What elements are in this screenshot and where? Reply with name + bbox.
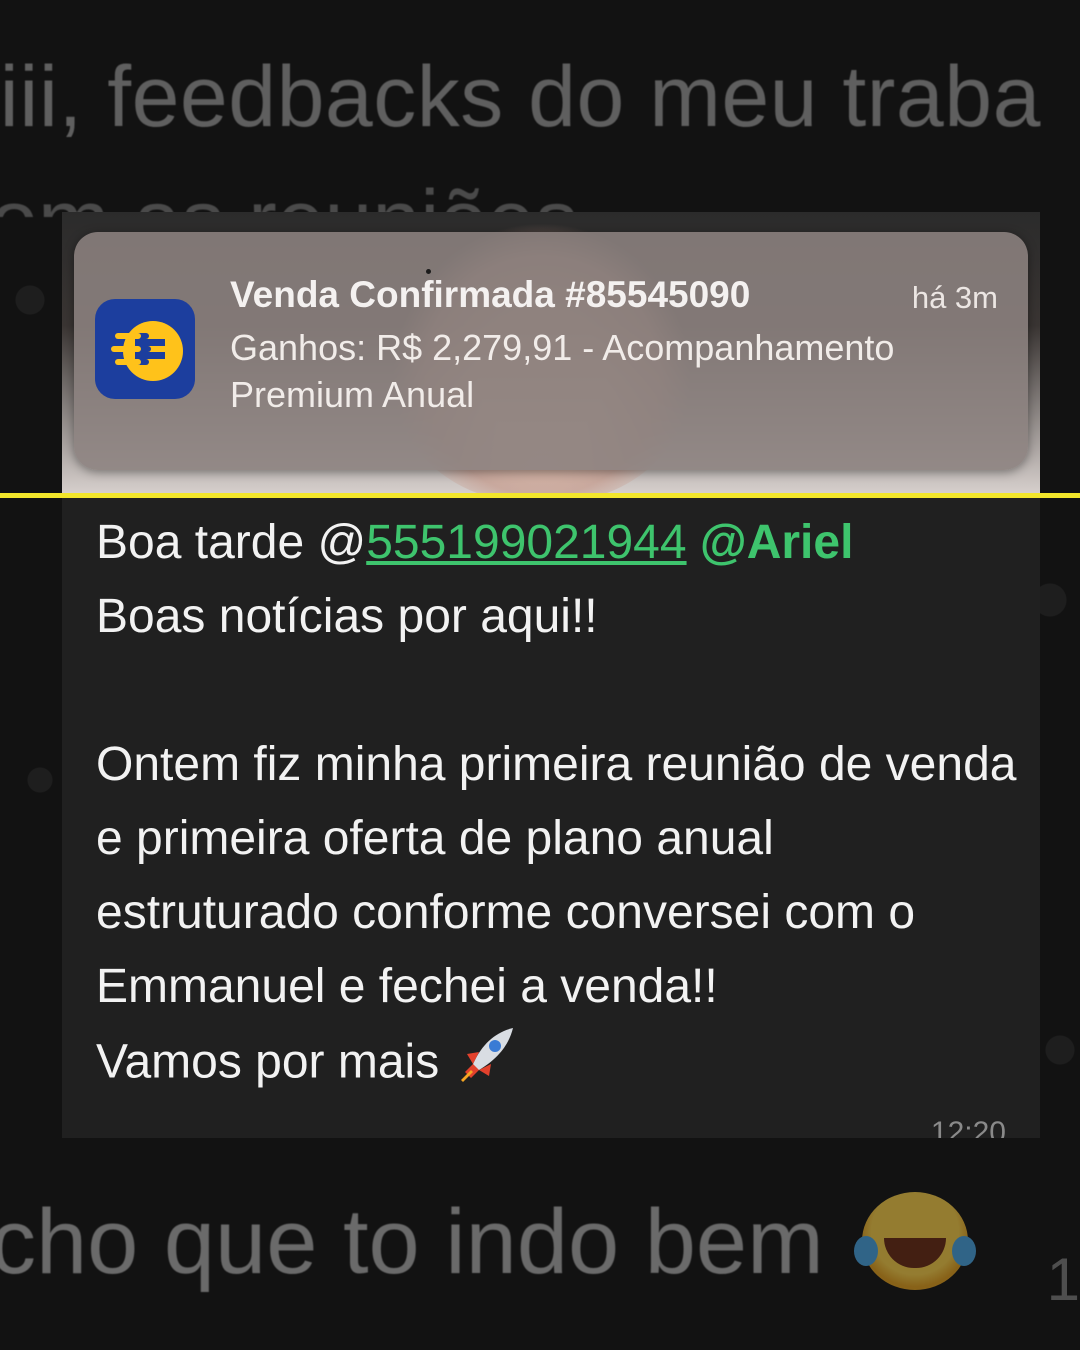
chat-message-bubble[interactable]: Boa tarde @555199021944 @Ariel Boas notí… [62, 496, 1040, 1138]
notification-title: Venda Confirmada #85545090 [230, 274, 751, 315]
notification-body: Ganhos: R$ 2,279,91 - Acompanhamento Pre… [230, 327, 895, 415]
screenshot-card: Venda Confirmada #85545090 há 3m Ganhos:… [62, 212, 1040, 1138]
message-paragraph: Ontem fiz minha primeira reunião de vend… [96, 738, 1030, 1013]
message-greeting: Boa tarde @ [96, 516, 367, 569]
rocket-emoji [453, 1024, 519, 1106]
background-message-top-2: om as reuniões [0, 172, 1080, 217]
highlight-divider [0, 493, 1080, 498]
background-digit: 1 [1046, 1246, 1080, 1313]
app-logo-icon [95, 299, 195, 399]
laughing-tears-emoji [854, 1192, 976, 1290]
notification-area: Venda Confirmada #85545090 há 3m Ganhos:… [62, 212, 1040, 502]
message-text: Boa tarde @555199021944 @Ariel Boas notí… [96, 506, 1026, 1106]
message-time: 12:20 [930, 1116, 1006, 1138]
mention-name-link[interactable]: @Ariel [700, 516, 854, 569]
background-message-top: iiii, feedbacks do meu traba [0, 49, 1041, 145]
message-closing: Vamos por mais [96, 1035, 440, 1089]
notification-time: há 3m [911, 280, 998, 315]
mention-number-link[interactable]: 555199021944 [366, 516, 686, 569]
message-line-2: Boas notícias por aqui!! [96, 590, 598, 643]
push-notification[interactable]: Venda Confirmada #85545090 há 3m Ganhos:… [74, 232, 1028, 470]
